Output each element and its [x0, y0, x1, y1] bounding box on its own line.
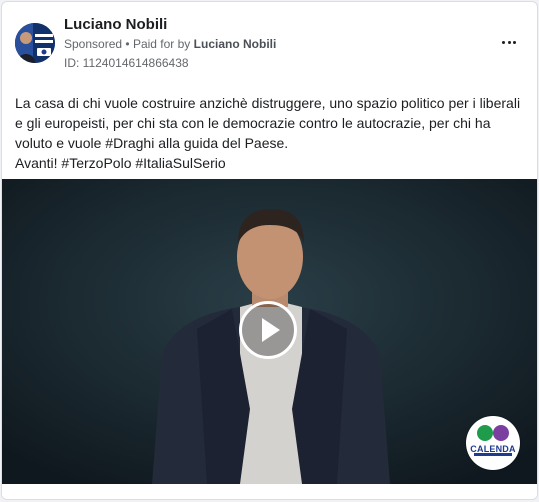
- post-text-line: La casa di chi vuole costruire anzichè d…: [15, 95, 521, 111]
- party-logo-emblem: [474, 425, 512, 456]
- sponsored-line: Sponsored • Paid for by Luciano Nobili: [64, 37, 276, 51]
- post-text-line: e gli europeisti, per chi sta con le dem…: [15, 115, 491, 131]
- avatar-image: [15, 23, 55, 63]
- post-text: La casa di chi vuole costruire anzichè d…: [15, 93, 527, 173]
- ad-card: Luciano Nobili Sponsored • Paid for by L…: [1, 1, 538, 500]
- more-dots-icon: [502, 40, 506, 44]
- ad-id: ID: 1124014614866438: [64, 56, 189, 70]
- meta-separator: •: [125, 37, 130, 51]
- advertiser-avatar[interactable]: [15, 23, 55, 63]
- party-logo: CALENDA: [466, 416, 520, 470]
- advertiser-name[interactable]: Luciano Nobili: [64, 16, 167, 33]
- more-options-button[interactable]: [496, 35, 522, 49]
- post-text-line: Avanti! #TerzoPolo #ItaliaSulSerio: [15, 155, 226, 171]
- paid-for-by-label: Paid for by: [132, 37, 191, 51]
- more-dots-icon: [512, 40, 516, 44]
- paid-for-by-name: Luciano Nobili: [193, 37, 277, 51]
- more-dots-icon: [507, 40, 511, 44]
- video-player[interactable]: CALENDA: [2, 179, 537, 484]
- party-logo-text: CALENDA: [470, 444, 516, 454]
- sponsored-label: Sponsored: [64, 37, 123, 51]
- card-footer: [2, 484, 537, 499]
- play-icon: [262, 318, 280, 342]
- post-text-line: voluto e vuole #Draghi alla guida del Pa…: [15, 135, 289, 151]
- play-button[interactable]: [239, 301, 297, 359]
